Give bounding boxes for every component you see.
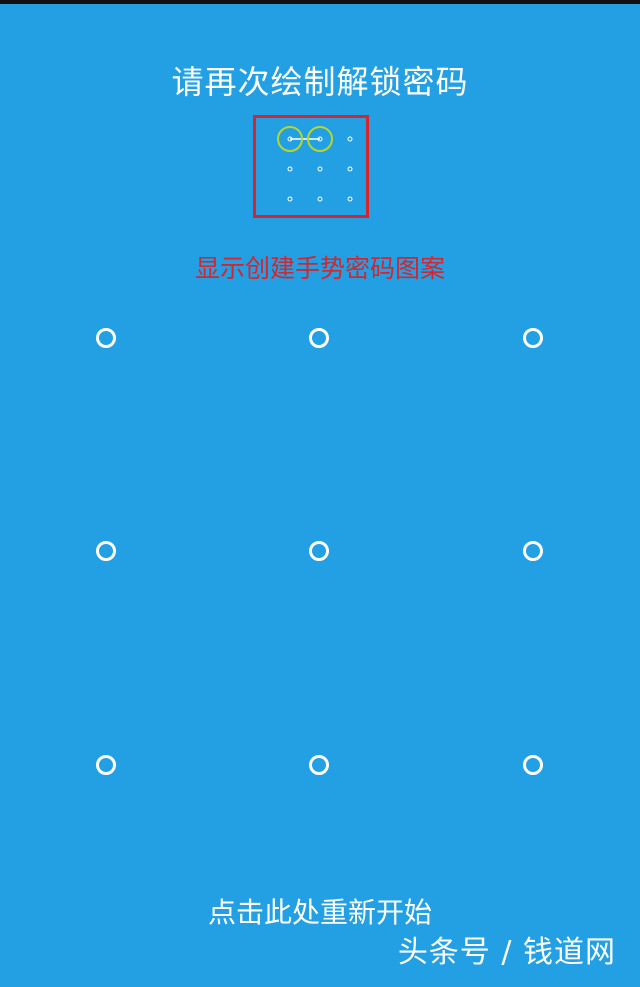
pattern-dot-2[interactable]	[309, 328, 329, 348]
preview-dot-8	[317, 196, 323, 202]
preview-dot-4	[287, 166, 293, 172]
status-bar	[0, 0, 640, 4]
redraw-prompt-text: 请再次绘制解锁密码	[171, 63, 469, 101]
pattern-preview-box	[253, 115, 369, 218]
preview-dot-6	[347, 166, 353, 172]
restart-button[interactable]: 点击此处重新开始	[0, 895, 640, 931]
pattern-dot-8[interactable]	[309, 755, 329, 775]
pattern-dot-3[interactable]	[523, 328, 543, 348]
pattern-dot-1[interactable]	[96, 328, 116, 348]
pattern-dot-6[interactable]	[523, 541, 543, 561]
preview-dot-9	[347, 196, 353, 202]
preview-dot-3	[347, 136, 353, 142]
lock-pattern-screen: 请再次绘制解锁密码 显示创建手势密码图案 点击此处重新开始 头条号 / 钱道网	[0, 0, 640, 987]
pattern-dot-4[interactable]	[96, 541, 116, 561]
preview-dot-5	[317, 166, 323, 172]
preview-dot-7	[287, 196, 293, 202]
preview-annotation-text: 显示创建手势密码图案	[194, 254, 445, 283]
pattern-dot-9[interactable]	[523, 755, 543, 775]
pattern-dot-5[interactable]	[309, 541, 329, 561]
pattern-preview	[277, 126, 353, 202]
watermark-text: 头条号 / 钱道网	[397, 935, 616, 970]
pattern-dot-7[interactable]	[96, 755, 116, 775]
